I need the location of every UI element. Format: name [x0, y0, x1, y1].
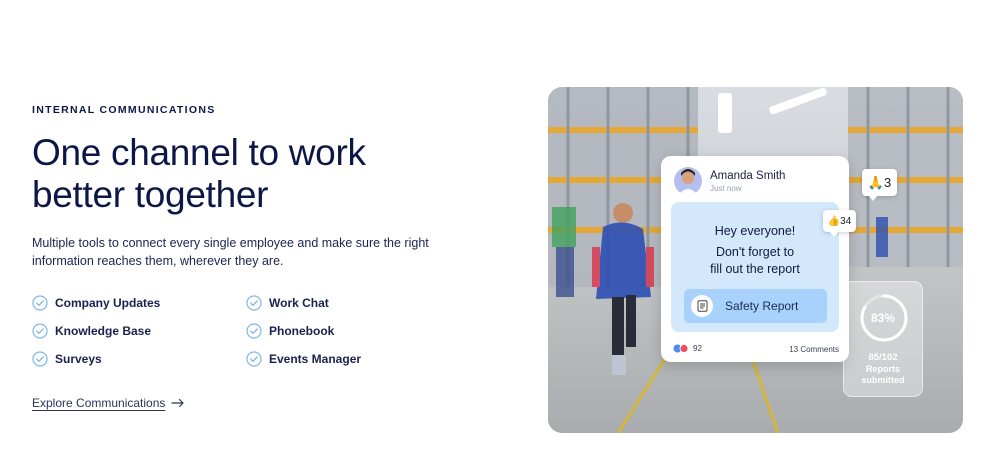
feature-item: Surveys: [32, 350, 246, 368]
check-circle-icon: [32, 351, 48, 367]
check-circle-icon: [246, 295, 262, 311]
message-greeting: Hey everyone!: [714, 224, 796, 238]
feature-item: Phonebook: [246, 322, 446, 340]
reports-label-line: submitted: [861, 375, 905, 385]
reports-label: Reports submitted: [844, 364, 922, 386]
message-line: Don't forget to: [715, 245, 795, 259]
feature-label: Knowledge Base: [55, 324, 152, 338]
feature-item: Company Updates: [32, 294, 246, 312]
safety-report-button[interactable]: Safety Report: [684, 289, 827, 323]
feature-label: Work Chat: [269, 296, 329, 310]
pray-count: 3: [883, 175, 892, 190]
title-line-1: One channel to work: [32, 132, 366, 173]
comments-count[interactable]: 13 Comments: [789, 345, 839, 354]
message-body: Don't forget to fill out the report: [671, 244, 839, 278]
feature-item: Knowledge Base: [32, 322, 246, 340]
reactions-summary[interactable]: 92: [673, 344, 702, 353]
title-line-2: better together: [32, 174, 269, 215]
reaction-icons: [673, 344, 689, 353]
feature-label: Surveys: [55, 352, 102, 366]
hero-text-column: INTERNAL COMMUNICATIONS One channel to w…: [32, 104, 472, 368]
section-description: Multiple tools to connect every single e…: [32, 236, 429, 268]
post-card: Amanda Smith Just now Hey everyone! Don'…: [661, 156, 849, 362]
reports-label-line: Reports: [865, 364, 900, 374]
check-circle-icon: [32, 295, 48, 311]
check-circle-icon: [246, 323, 262, 339]
thumbs-up-count: 34: [840, 215, 852, 227]
post-author: Amanda Smith: [710, 170, 786, 182]
eyebrow-label: INTERNAL COMMUNICATIONS: [32, 104, 216, 116]
pray-icon: 🙏: [867, 174, 884, 190]
page-title: One channel to work better together: [32, 132, 472, 216]
reactions-count: 92: [693, 344, 702, 353]
thumbs-up-icon: 👍: [827, 215, 841, 227]
progress-percent: 83%: [870, 311, 896, 325]
avatar: [674, 167, 702, 195]
check-circle-icon: [246, 351, 262, 367]
feature-item: Events Manager: [246, 350, 446, 368]
feature-label: Events Manager: [269, 352, 362, 366]
reports-stat-card: 83% 85/102 Reports submitted: [843, 281, 923, 397]
user-avatar-icon: [674, 167, 702, 195]
reports-fraction: 85/102: [868, 352, 898, 363]
arrow-right-icon: [171, 398, 184, 408]
document-icon: [691, 295, 713, 317]
explore-communications-link[interactable]: Explore Communications: [32, 396, 185, 410]
message-bubble: Hey everyone! Don't forget to fill out t…: [671, 202, 839, 332]
check-circle-icon: [32, 323, 48, 339]
feature-label: Company Updates: [55, 296, 161, 310]
feature-label: Phonebook: [269, 324, 335, 338]
pray-reaction-badge: 🙏 3: [862, 169, 897, 201]
message-line: fill out the report: [710, 262, 800, 276]
thumbs-up-reaction-badge: 👍 34: [823, 210, 856, 237]
post-timestamp: Just now: [710, 184, 742, 193]
explore-link-label: Explore Communications: [32, 396, 166, 410]
safety-report-label: Safety Report: [725, 299, 799, 313]
feature-item: Work Chat: [246, 294, 446, 312]
feature-list: Company Updates Work Chat Knowledge Base…: [32, 294, 472, 368]
